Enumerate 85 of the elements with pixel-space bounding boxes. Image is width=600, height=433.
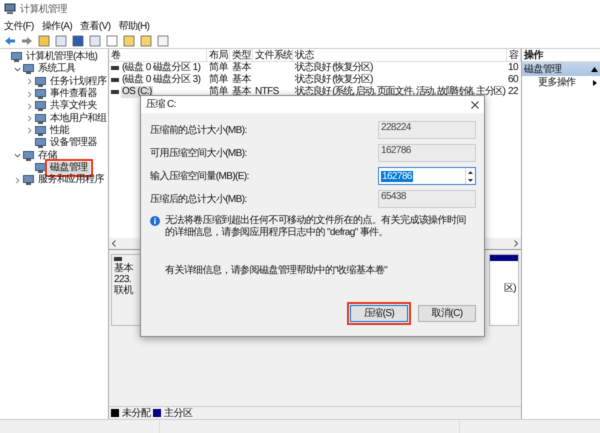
back-arrow-icon[interactable] xyxy=(4,36,16,46)
size-value-field: 228224 xyxy=(378,121,476,139)
monitor-icon xyxy=(35,101,46,112)
monitor-icon xyxy=(35,138,46,148)
dialog-button[interactable]: 取消(C) xyxy=(418,305,476,322)
monitor-icon xyxy=(23,175,34,186)
chevron-down-icon[interactable] xyxy=(14,66,21,73)
table-cell: 状态良好 (恢复分区) xyxy=(295,62,372,73)
submenu-arrow-icon xyxy=(593,80,597,86)
menu-item[interactable]: 操作(A) xyxy=(42,18,72,34)
column-header[interactable]: 卷 xyxy=(109,49,207,61)
info-text: 无法将卷压缩到超出任何不可移动的文件所在的点。有关完成该操作时间的详细信息，请参阅应用程序日志中的 "defrag" 事件。 xyxy=(165,215,467,239)
tree-item[interactable]: 本地用户和组 xyxy=(48,112,108,125)
table-cell: 状态良好 (恢复分区) xyxy=(295,74,372,85)
column-header[interactable]: 布局 xyxy=(207,49,230,61)
tree-item[interactable]: 事件查看器 xyxy=(48,88,100,100)
forward-arrow-icon[interactable] xyxy=(21,36,33,46)
field-label: 压缩前的总计大小(MB): xyxy=(150,124,247,138)
monitor-icon xyxy=(23,64,34,74)
column-header[interactable]: 类型 xyxy=(230,49,253,61)
tree-item[interactable]: 性能 xyxy=(48,124,71,137)
window-title: 计算机管理 xyxy=(20,2,68,16)
partition-block[interactable]: 区) xyxy=(489,254,519,326)
size-value-field: 162786 xyxy=(378,144,476,162)
table-cell: 60 xyxy=(508,74,518,85)
table-cell[interactable]: (磁盘 0 磁盘分区 3) xyxy=(121,74,202,86)
spin-up-icon[interactable] xyxy=(468,170,473,174)
close-icon[interactable] xyxy=(471,100,479,108)
disk-info-text: 223. xyxy=(114,274,132,285)
table-cell: 简单 xyxy=(209,86,228,97)
tree-item[interactable]: 磁盘管理 xyxy=(48,162,90,174)
table-cell: 简单 xyxy=(209,74,228,85)
table-cell[interactable]: (磁盘 0 磁盘分区 1) xyxy=(121,62,202,74)
monitor-icon xyxy=(35,162,46,173)
computer-icon xyxy=(4,3,16,15)
tree-item[interactable]: 服务和应用程序 xyxy=(36,174,106,186)
tree-item[interactable]: 存储 xyxy=(36,150,59,162)
info-icon xyxy=(150,216,160,226)
action-link[interactable]: 更多操作 xyxy=(538,75,576,90)
table-cell: 基本 xyxy=(232,62,251,73)
monitor-icon xyxy=(11,52,22,62)
field-label: 输入压缩空间量(MB)(E): xyxy=(150,170,249,184)
menu-item[interactable]: 文件(F) xyxy=(4,18,34,34)
tree-item[interactable]: 任务计划程序 xyxy=(48,76,108,88)
field-label: 可用压缩空间大小(MB): xyxy=(150,146,247,160)
actions-section[interactable]: 磁盘管理 xyxy=(522,62,600,76)
table-cell: 简单 xyxy=(209,62,228,73)
column-header[interactable]: 状态 xyxy=(293,49,507,61)
column-header[interactable]: 文件系统 xyxy=(253,49,293,61)
help-text: 有关详细信息，请参阅磁盘管理帮助中的"收缩基本卷" xyxy=(165,264,388,278)
legend-label: 主分区 xyxy=(164,406,192,420)
menu-item[interactable]: 帮助(H) xyxy=(118,18,150,34)
section-title: 磁盘管理 xyxy=(524,62,562,76)
legend-label: 未分配 xyxy=(122,406,150,420)
field-label: 压缩后的总计大小(MB): xyxy=(150,192,247,206)
table-cell: 基本 xyxy=(232,86,251,97)
table-cell: 基本 xyxy=(232,74,251,85)
disk-info-text: 联机 xyxy=(114,285,134,296)
tree-item[interactable]: 计算机管理(本地) xyxy=(24,51,100,64)
tree-item[interactable]: 系统工具 xyxy=(36,63,78,76)
table-cell: NTFS xyxy=(255,86,279,97)
scroll-left-icon[interactable] xyxy=(111,240,117,247)
spin-down-icon[interactable] xyxy=(468,178,473,182)
table-cell: 10 xyxy=(508,62,518,73)
tree-item[interactable]: 设备管理器 xyxy=(48,137,100,150)
chevron-right-icon[interactable] xyxy=(14,176,21,184)
scroll-right-icon[interactable] xyxy=(513,240,519,247)
column-header[interactable]: 容 xyxy=(507,49,521,61)
table-cell[interactable]: OS (C:) xyxy=(121,86,153,98)
monitor-icon xyxy=(35,89,46,100)
size-value-field: 65438 xyxy=(378,190,476,208)
table-cell: 22 xyxy=(508,86,518,97)
monitor-icon xyxy=(35,114,46,124)
amount-spin-field[interactable]: 162786 xyxy=(378,167,476,185)
collapse-arrow-icon[interactable] xyxy=(591,66,598,72)
monitor-icon xyxy=(35,76,46,87)
menu-item[interactable]: 查看(V) xyxy=(80,18,110,34)
chevron-down-icon[interactable] xyxy=(14,152,21,160)
dialog-title: 压缩 C: xyxy=(146,98,176,112)
partition-text: 区) xyxy=(504,282,517,296)
dialog-button[interactable]: 压缩(S) xyxy=(350,305,408,322)
monitor-icon xyxy=(23,150,34,161)
disk-info-text: 基本 xyxy=(114,263,134,274)
tree-item[interactable]: 共享文件夹 xyxy=(48,100,100,112)
monitor-icon xyxy=(35,126,46,136)
